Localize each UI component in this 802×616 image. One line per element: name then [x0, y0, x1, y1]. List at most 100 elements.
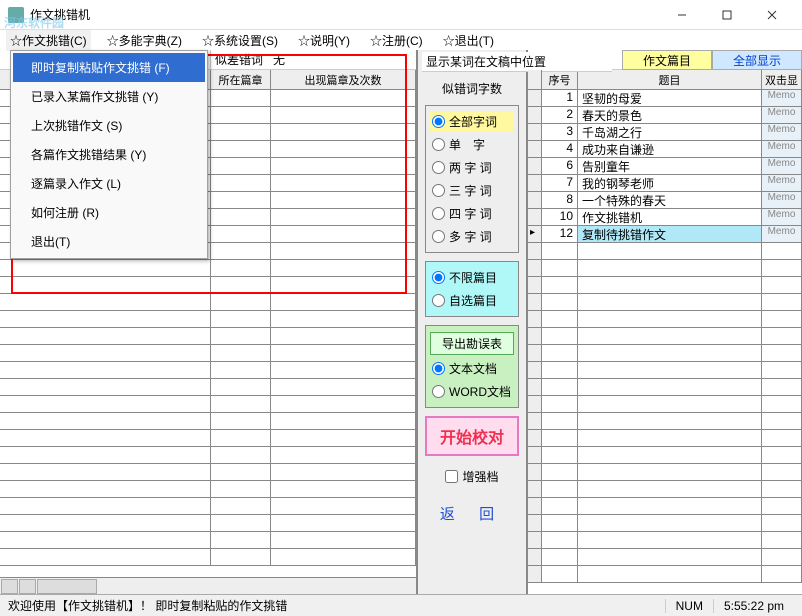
table-row[interactable] — [0, 396, 416, 413]
essay-row[interactable]: 12复制待挑错作文Memo — [528, 226, 802, 243]
enhance-checkbox[interactable]: 增强档 — [441, 464, 502, 489]
maximize-button[interactable] — [704, 1, 749, 29]
menu-register[interactable]: ☆注册(C) — [366, 30, 427, 51]
menu-help[interactable]: ☆说明(Y) — [294, 30, 354, 51]
right-column-headers: 序号 题目 双击显 — [528, 70, 802, 90]
word-length-group: 全部字词 单 字 两 字 词 三 字 词 四 字 词 多 字 词 — [425, 105, 519, 253]
radio-two-char[interactable]: 两 字 词 — [430, 158, 514, 177]
dd-how-register[interactable]: 如何注册 (R) — [13, 198, 205, 227]
table-row[interactable] — [0, 430, 416, 447]
essay-row[interactable]: 10作文挑错机Memo — [528, 209, 802, 226]
right-grid[interactable]: 1坚韧的母爱Memo2春天的景色Memo3千岛湖之行Memo4成功来自谦逊Mem… — [528, 90, 802, 594]
title-bar: 作文挑错机 — [0, 0, 802, 30]
table-row[interactable] — [0, 260, 416, 277]
table-row[interactable] — [528, 532, 802, 549]
table-row[interactable] — [528, 515, 802, 532]
essay-row[interactable]: 6告别童年Memo — [528, 158, 802, 175]
table-row[interactable] — [0, 413, 416, 430]
table-row[interactable] — [528, 328, 802, 345]
dd-batch-input[interactable]: 逐篇录入作文 (L) — [13, 169, 205, 198]
table-row[interactable] — [528, 481, 802, 498]
table-row[interactable] — [528, 430, 802, 447]
table-row[interactable] — [528, 260, 802, 277]
status-time: 5:55:22 pm — [713, 599, 794, 613]
col-dblclick: 双击显 — [762, 70, 802, 89]
menu-bar: ☆作文挑错(C) ☆多能字典(Z) ☆系统设置(S) ☆说明(Y) ☆注册(C)… — [0, 30, 802, 50]
menu-settings[interactable]: ☆系统设置(S) — [198, 30, 282, 51]
table-row[interactable] — [528, 464, 802, 481]
table-row[interactable] — [0, 362, 416, 379]
status-numlock: NUM — [665, 599, 713, 613]
menu-exit[interactable]: ☆退出(T) — [439, 30, 498, 51]
essay-row[interactable]: 1坚韧的母爱Memo — [528, 90, 802, 107]
window-title: 作文挑错机 — [30, 6, 659, 23]
dd-all-results[interactable]: 各篇作文挑错结果 (Y) — [13, 140, 205, 169]
table-row[interactable] — [528, 447, 802, 464]
table-row[interactable] — [0, 379, 416, 396]
table-row[interactable] — [528, 294, 802, 311]
table-row[interactable] — [0, 464, 416, 481]
radio-three-char[interactable]: 三 字 词 — [430, 181, 514, 200]
table-row[interactable] — [0, 549, 416, 566]
radio-single-char[interactable]: 单 字 — [430, 135, 514, 154]
export-errata-button[interactable]: 导出勘误表 — [430, 332, 514, 355]
scope-group: 不限篇目 自选篇目 — [425, 261, 519, 317]
dd-last-essay[interactable]: 上次挑错作文 (S) — [13, 111, 205, 140]
table-row[interactable] — [528, 311, 802, 328]
group1-title: 似错词字数 — [442, 80, 502, 97]
radio-all-words[interactable]: 全部字词 — [430, 112, 514, 131]
menu-dictionary[interactable]: ☆多能字典(Z) — [103, 30, 186, 51]
radio-word-doc[interactable]: WORD文档 — [430, 382, 514, 401]
table-row[interactable] — [528, 277, 802, 294]
table-row[interactable] — [528, 396, 802, 413]
radio-all-chapters[interactable]: 不限篇目 — [430, 268, 514, 287]
table-row[interactable] — [0, 447, 416, 464]
table-row[interactable] — [528, 498, 802, 515]
essay-row[interactable]: 7我的钢琴老师Memo — [528, 175, 802, 192]
radio-four-char[interactable]: 四 字 词 — [430, 204, 514, 223]
app-icon — [8, 7, 24, 23]
table-row[interactable] — [0, 328, 416, 345]
table-row[interactable] — [0, 481, 416, 498]
radio-multi-char[interactable]: 多 字 词 — [430, 227, 514, 246]
col-chapter: 所在篇章 — [211, 70, 271, 89]
table-row[interactable] — [0, 515, 416, 532]
menu-essaycheck[interactable]: ☆作文挑错(C) — [6, 30, 91, 51]
table-row[interactable] — [528, 549, 802, 566]
right-pane: 作文篇目 全部显示 序号 题目 双击显 1坚韧的母爱Memo2春天的景色Memo… — [528, 50, 802, 594]
dd-exit[interactable]: 退出(T) — [13, 227, 205, 256]
essay-row[interactable]: 2春天的景色Memo — [528, 107, 802, 124]
essay-row[interactable]: 4成功来自谦逊Memo — [528, 141, 802, 158]
table-row[interactable] — [0, 345, 416, 362]
minimize-button[interactable] — [659, 1, 704, 29]
dd-stored-check[interactable]: 已录入某篇作文挑错 (Y) — [13, 82, 205, 111]
table-row[interactable] — [0, 277, 416, 294]
col-occurrence: 出现篇章及次数 — [271, 70, 416, 89]
dd-paste-check[interactable]: 即时复制粘贴作文挑错 (F) — [13, 53, 205, 82]
table-row[interactable] — [528, 345, 802, 362]
status-bar: 欢迎使用【作文挑错机】！ 即时复制粘贴的作文挑错 NUM 5:55:22 pm — [0, 594, 802, 616]
table-row[interactable] — [528, 243, 802, 260]
table-row[interactable] — [528, 379, 802, 396]
col-title: 题目 — [578, 70, 762, 89]
table-row[interactable] — [0, 294, 416, 311]
left-scrollbar[interactable] — [0, 577, 416, 594]
return-button[interactable]: 返 回 — [425, 497, 519, 530]
status-message: 欢迎使用【作文挑错机】！ 即时复制粘贴的作文挑错 — [8, 597, 665, 614]
start-check-button[interactable]: 开始校对 — [425, 416, 519, 456]
essay-row[interactable]: 8一个特殊的春天Memo — [528, 192, 802, 209]
radio-text-doc[interactable]: 文本文档 — [430, 359, 514, 378]
close-button[interactable] — [749, 1, 794, 29]
tab-show-all[interactable]: 全部显示 — [712, 50, 802, 70]
left-header-label: 似差错词 — [215, 51, 263, 68]
table-row[interactable] — [528, 566, 802, 583]
table-row[interactable] — [0, 311, 416, 328]
radio-select-chapters[interactable]: 自选篇目 — [430, 291, 514, 310]
table-row[interactable] — [0, 498, 416, 515]
table-row[interactable] — [528, 413, 802, 430]
dropdown-menu: 即时复制粘贴作文挑错 (F) 已录入某篇作文挑错 (Y) 上次挑错作文 (S) … — [10, 50, 208, 259]
table-row[interactable] — [0, 532, 416, 549]
table-row[interactable] — [528, 362, 802, 379]
essay-row[interactable]: 3千岛湖之行Memo — [528, 124, 802, 141]
tab-essay-list[interactable]: 作文篇目 — [622, 50, 712, 70]
